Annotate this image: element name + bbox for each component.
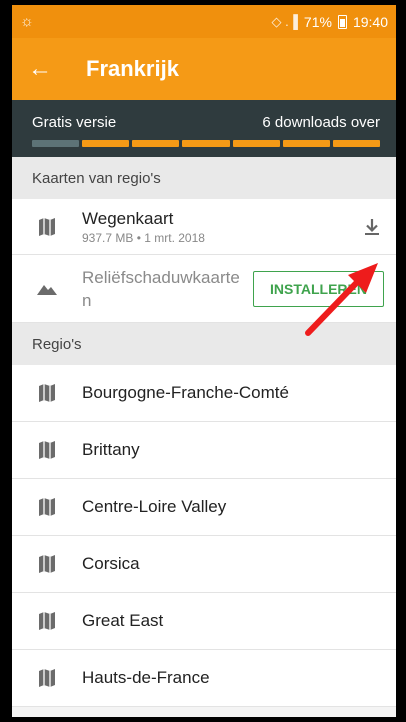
download-slot (82, 140, 130, 147)
signal-icon: ◇ .▐ (271, 13, 298, 29)
region-row[interactable]: Great East (12, 593, 396, 650)
download-icon[interactable] (348, 217, 396, 237)
download-slot (332, 140, 380, 147)
download-slot (32, 140, 80, 147)
map-icon (12, 383, 82, 403)
map-meta: 937.7 MB • 1 mrt. 2018 (82, 230, 205, 245)
region-name: Brittany (82, 440, 140, 459)
map-row-wegenkaart[interactable]: Wegenkaart 937.7 MB • 1 mrt. 2018 (12, 199, 396, 255)
clock: 19:40 (352, 13, 388, 30)
app-bar: ← Frankrijk (12, 38, 396, 100)
download-slot (282, 140, 330, 147)
downloads-panel: Gratis versie 6 downloads over (12, 100, 396, 157)
region-row[interactable]: Corsica (12, 536, 396, 593)
phone-screen: ☼ ◇ .▐ 71% 19:40 ← Frankrijk Gratis vers… (12, 5, 396, 717)
brightness-icon: ☼ (20, 13, 34, 30)
region-list: Bourgogne-Franche-Comté Brittany Centre-… (12, 365, 396, 707)
version-label: Gratis versie (32, 114, 117, 131)
download-slot (232, 140, 280, 147)
downloads-remaining: 6 downloads over (262, 114, 380, 131)
map-icon (12, 611, 82, 631)
download-slot (182, 140, 230, 147)
map-icon (12, 440, 82, 460)
map-icon (12, 554, 82, 574)
map-name: Wegenkaart (82, 208, 174, 228)
download-slot (132, 140, 180, 147)
map-icon (12, 217, 82, 237)
status-right: ◇ .▐ 71% 19:40 (271, 14, 388, 30)
annotation-arrow-icon (305, 263, 378, 336)
battery-percent: 71% (303, 13, 332, 30)
map-icon (12, 668, 82, 688)
map-icon (12, 497, 82, 517)
region-name: Centre-Loire Valley (82, 497, 227, 516)
downloads-progress (32, 140, 380, 147)
page-title: Frankrijk (86, 56, 179, 81)
region-name: Hauts-de-France (82, 668, 210, 687)
region-name: Bourgogne-Franche-Comté (82, 383, 289, 402)
region-row[interactable]: Centre-Loire Valley (12, 479, 396, 536)
mountain-icon (12, 282, 82, 296)
region-row[interactable]: Hauts-de-France (12, 650, 396, 707)
region-name: Great East (82, 611, 164, 630)
section-header-maps: Kaarten van regio's (12, 157, 396, 199)
battery-icon (337, 14, 347, 29)
map-name: Reliëfschaduwkaarte n (82, 267, 240, 310)
region-name: Corsica (82, 554, 140, 573)
region-row[interactable]: Bourgogne-Franche-Comté (12, 365, 396, 422)
region-row[interactable]: Brittany (12, 422, 396, 479)
back-arrow-icon[interactable]: ← (28, 57, 76, 81)
status-bar: ☼ ◇ .▐ 71% 19:40 (12, 5, 396, 38)
